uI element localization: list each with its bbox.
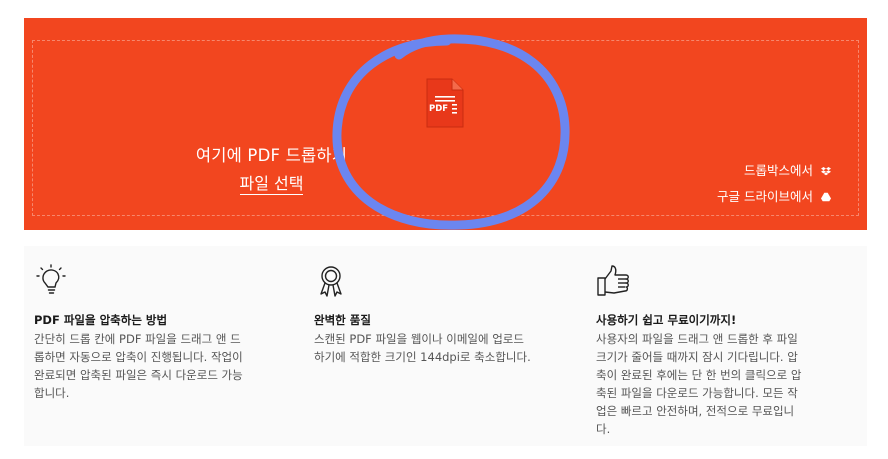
feature-description: 간단히 드롭 칸에 PDF 파일을 드래그 앤 드 롭하면 자동으로 압축이 진… xyxy=(34,330,304,402)
features-section: PDF 파일을 압축하는 방법 간단히 드롭 칸에 PDF 파일을 드래그 앤 … xyxy=(24,246,867,446)
feature-desc-line: 축이 완료된 후에는 단 한 번의 클릭으로 압 xyxy=(596,368,802,382)
google-drive-link-label: 구글 드라이브에서 xyxy=(717,189,813,204)
thumbs-up-icon xyxy=(597,265,629,296)
feature-desc-line: 스캔된 PDF 파일을 웹이나 이메일에 업로드 xyxy=(314,332,524,346)
pdf-dropzone[interactable]: PDF 여기에 PDF 드롭하기 파일 선택 드롭박스에서 구글 드라이브에서 xyxy=(24,18,867,230)
google-drive-link[interactable]: 구글 드라이브에서 xyxy=(717,184,831,210)
pdf-file-icon: PDF xyxy=(426,78,464,128)
feature-desc-line: 합니다. xyxy=(34,386,70,400)
feature-desc-line: 간단히 드롭 칸에 PDF 파일을 드래그 앤 드 xyxy=(34,332,241,346)
select-file-link-wrap: 파일 선택 xyxy=(24,170,519,195)
lightbulb-icon xyxy=(36,264,66,294)
feature-desc-line: 롭하면 자동으로 압축이 진행됩니다. 작업이 xyxy=(34,350,243,364)
feature-desc-line: 다. xyxy=(596,422,611,436)
drop-instruction: 여기에 PDF 드롭하기 xyxy=(195,146,348,165)
feature-title: 사용하기 쉽고 무료이기까지! xyxy=(596,313,737,327)
feature-desc-line: 사용자의 파일을 드래그 앤 드롭한 후 파일 xyxy=(596,332,798,346)
cloud-source-links: 드롭박스에서 구글 드라이브에서 xyxy=(717,158,831,210)
award-ribbon-icon xyxy=(320,266,342,297)
feature-title: 완벽한 품질 xyxy=(314,313,371,327)
feature-description: 스캔된 PDF 파일을 웹이나 이메일에 업로드 하기에 적합한 크기인 144… xyxy=(314,330,584,366)
feature-title: PDF 파일을 압축하는 방법 xyxy=(34,313,168,327)
pdf-icon-label: PDF xyxy=(429,104,448,114)
select-file-link[interactable]: 파일 선택 xyxy=(239,174,304,195)
feature-desc-line: 업은 빠르고 안전하며, 전적으로 무료입니 xyxy=(596,404,795,418)
dropbox-icon xyxy=(821,167,831,176)
feature-desc-line: 크기가 줄어들 때까지 잠시 기다립니다. 압 xyxy=(596,350,798,364)
feature-easy-free: 사용하기 쉽고 무료이기까지! 사용자의 파일을 드래그 앤 드롭한 후 파일 … xyxy=(596,264,866,438)
feature-desc-line: 완료되면 압축된 파일은 즉시 다운로드 가능 xyxy=(34,368,243,382)
dropbox-link[interactable]: 드롭박스에서 xyxy=(717,158,831,184)
feature-desc-line: 축된 파일을 다운로드 가능합니다. 모든 작 xyxy=(596,386,798,400)
feature-description: 사용자의 파일을 드래그 앤 드롭한 후 파일 크기가 줄어들 때까지 잠시 기… xyxy=(596,330,866,438)
feature-quality: 완벽한 품질 스캔된 PDF 파일을 웹이나 이메일에 업로드 하기에 적합한 … xyxy=(314,264,584,366)
feature-desc-line: 하기에 적합한 크기인 144dpi로 축소합니다. xyxy=(314,350,531,364)
feature-how-to: PDF 파일을 압축하는 방법 간단히 드롭 칸에 PDF 파일을 드래그 앤 … xyxy=(34,264,304,402)
google-drive-icon xyxy=(821,192,831,202)
dropbox-link-label: 드롭박스에서 xyxy=(743,163,813,178)
